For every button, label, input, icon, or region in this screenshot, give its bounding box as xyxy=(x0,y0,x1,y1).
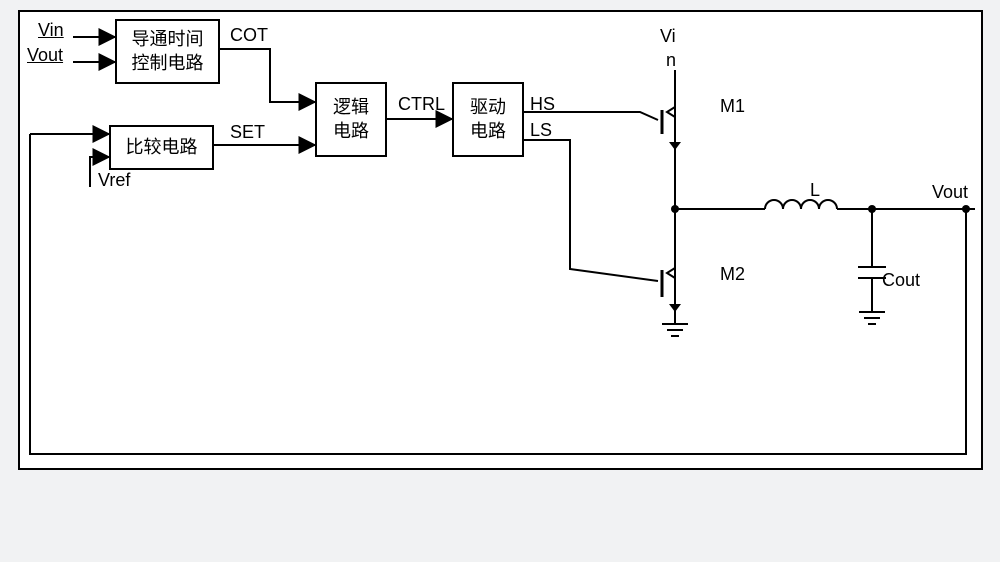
ontime-control-label: 导通时间 控制电路 xyxy=(132,28,204,75)
transistor-m2 xyxy=(662,257,681,312)
set-label: SET xyxy=(230,122,265,143)
logic-label: 逻辑 电路 xyxy=(333,96,369,143)
m1-label: M1 xyxy=(720,96,745,117)
switch-node-dot xyxy=(671,205,679,213)
cout-node-dot xyxy=(868,205,876,213)
cout-label: Cout xyxy=(882,270,920,291)
feedback-loop xyxy=(30,134,966,454)
m2-label: M2 xyxy=(720,264,745,285)
vout-right-label: Vout xyxy=(932,182,968,203)
transistor-m1 xyxy=(662,97,681,150)
vout-input-label: Vout xyxy=(27,45,63,66)
vref-label: Vref xyxy=(98,170,130,191)
inductor-label: L xyxy=(810,180,820,201)
vi-n-suffix: n xyxy=(666,50,676,71)
ground-m2 xyxy=(662,324,688,336)
ls-wire xyxy=(524,140,658,281)
vi-top-label: Vi xyxy=(660,26,676,47)
driver-block: 驱动 电路 xyxy=(452,82,524,157)
cot-label: COT xyxy=(230,25,268,46)
hs-label: HS xyxy=(530,94,555,115)
ontime-control-block: 导通时间 控制电路 xyxy=(115,19,220,84)
logic-block: 逻辑 电路 xyxy=(315,82,387,157)
inductor-symbol xyxy=(765,200,837,209)
ctrl-label: CTRL xyxy=(398,94,445,115)
cot-wire xyxy=(220,49,315,102)
ls-label: LS xyxy=(530,120,552,141)
diagram-frame: 导通时间 控制电路 比较电路 逻辑 电路 驱动 电路 Vin Vout Vref… xyxy=(18,10,983,470)
compare-block: 比较电路 xyxy=(109,125,214,170)
vin-input-label: Vin xyxy=(38,20,64,41)
driver-label: 驱动 电路 xyxy=(470,96,506,143)
ground-cout xyxy=(859,312,885,324)
vout-node-dot xyxy=(962,205,970,213)
compare-label: 比较电路 xyxy=(126,136,198,159)
